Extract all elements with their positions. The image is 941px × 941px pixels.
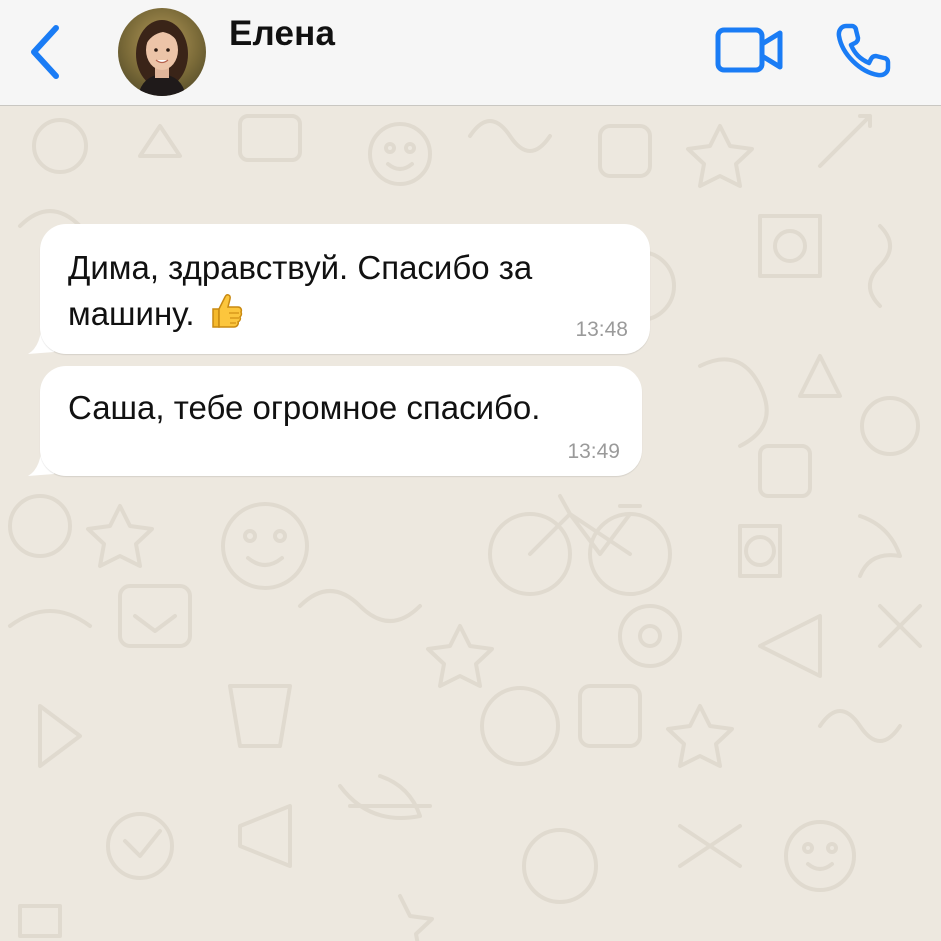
chevron-left-icon: [31, 25, 59, 79]
contact-name[interactable]: Елена: [229, 14, 335, 54]
avatar-photo: [118, 8, 206, 96]
message-time: 13:48: [575, 318, 628, 341]
message-bubble-incoming[interactable]: Саша, тебе огромное спасибо. 13:49: [40, 366, 642, 476]
chat-screen: Елена Дима, здравствуй. Спасибо за машин…: [0, 0, 941, 941]
video-call-button[interactable]: [712, 22, 786, 78]
voice-call-button[interactable]: [832, 18, 896, 82]
message-text-content: Дима, здравствуй. Спасибо за машину.: [68, 249, 533, 332]
chat-header: Елена: [0, 0, 941, 106]
message-text: Саша, тебе огромное спасибо.: [68, 389, 541, 426]
thumbs-up-emoji: [203, 289, 245, 341]
contact-avatar[interactable]: [118, 8, 206, 96]
message-text: Дима, здравствуй. Спасибо за машину.: [68, 246, 628, 341]
message-bubble-incoming[interactable]: Дима, здравствуй. Спасибо за машину. 13:…: [40, 224, 650, 354]
phone-icon: [836, 23, 891, 78]
message-time: 13:49: [567, 440, 620, 463]
video-camera-icon: [715, 27, 783, 73]
back-button[interactable]: [22, 20, 72, 84]
